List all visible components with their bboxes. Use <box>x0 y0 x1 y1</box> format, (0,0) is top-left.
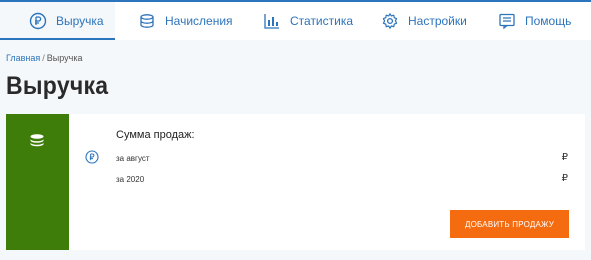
sales-card: Сумма продаж: за август ₽ за 2020 ₽ Доба… <box>6 114 585 250</box>
coins-stack-icon <box>28 132 46 150</box>
breadcrumb-separator: / <box>42 53 45 63</box>
app-page: Выручка Начисления Статистика Настройки … <box>0 0 591 260</box>
breadcrumb-home-link[interactable]: Главная <box>6 53 40 63</box>
nav-tab-label: Статистика <box>290 14 354 28</box>
sales-sum-heading: Сумма продаж: <box>116 129 195 141</box>
sales-row-label: за 2020 <box>116 175 145 184</box>
bottom-strip <box>0 250 591 260</box>
sales-row-value: ₽ <box>561 173 568 184</box>
breadcrumb-current: Выручка <box>46 53 83 63</box>
help-list-icon <box>498 12 516 30</box>
nav-tab-statistics[interactable]: Статистика <box>239 2 358 40</box>
page-title: Выручка <box>6 72 109 100</box>
breadcrumb: Главная / Выручка <box>6 53 83 63</box>
nav-tab-label: Помощь <box>525 14 572 28</box>
ruble-circle-icon <box>85 150 99 164</box>
nav-tab-help[interactable]: Помощь <box>477 2 591 40</box>
nav-tab-settings[interactable]: Настройки <box>358 2 477 40</box>
main-nav: Выручка Начисления Статистика Настройки … <box>0 2 591 40</box>
sales-row-label: за август <box>116 154 150 163</box>
sales-row-value: ₽ <box>561 152 568 163</box>
add-sale-button[interactable]: Добавить продажу <box>450 210 569 238</box>
nav-tab-label: Настройки <box>408 14 467 28</box>
gear-icon <box>381 12 399 30</box>
bar-chart-icon <box>263 12 281 30</box>
coins-stack-icon <box>138 12 156 30</box>
ruble-circle-icon <box>29 12 47 30</box>
nav-tab-revenue[interactable]: Выручка <box>0 2 115 40</box>
card-side-panel <box>6 114 69 250</box>
nav-tab-label: Начисления <box>165 14 233 28</box>
nav-tab-accruals[interactable]: Начисления <box>115 2 239 40</box>
nav-tab-label: Выручка <box>56 14 104 28</box>
